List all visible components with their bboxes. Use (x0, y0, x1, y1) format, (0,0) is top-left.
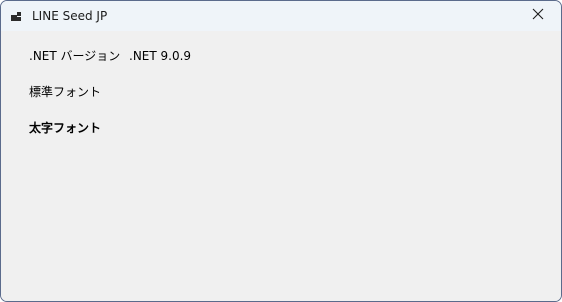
version-label: .NET バージョン (29, 49, 121, 63)
app-window-icon (11, 10, 23, 22)
client-area: .NET バージョン .NET 9.0.9 標準フォント 太字フォント (1, 31, 561, 301)
window-title: LINE Seed JP (32, 9, 108, 23)
bold-font-label: 太字フォント (29, 121, 102, 135)
version-value: .NET 9.0.9 (129, 49, 192, 63)
app-window: LINE Seed JP .NET バージョン .NET 9.0.9 標準フォン… (0, 0, 562, 302)
regular-font-label: 標準フォント (29, 85, 102, 99)
close-button[interactable] (515, 1, 561, 31)
title-bar[interactable]: LINE Seed JP (1, 1, 561, 31)
close-icon (532, 7, 544, 25)
